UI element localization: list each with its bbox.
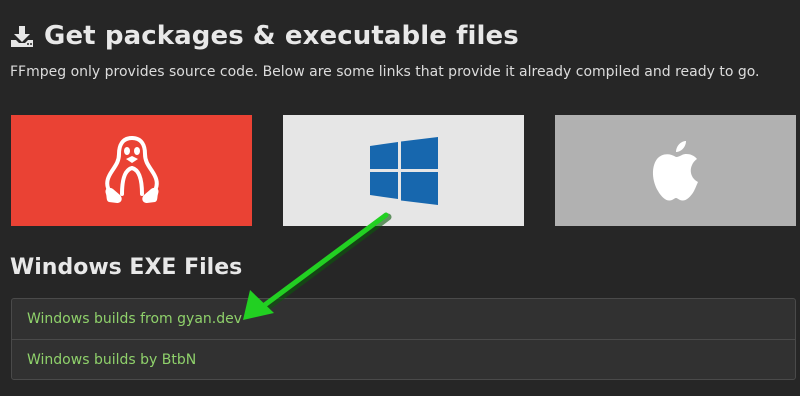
btbn-builds-link[interactable]: Windows builds by BtbN xyxy=(12,339,795,379)
section-heading: Get packages & executable files xyxy=(10,16,519,56)
windows-logo-icon xyxy=(369,136,438,205)
windows-exe-heading: Windows EXE Files xyxy=(10,255,243,280)
windows-tile[interactable] xyxy=(283,115,524,226)
gyan-dev-builds-link[interactable]: Windows builds from gyan.dev xyxy=(12,299,795,339)
intro-text: FFmpeg only provides source code. Below … xyxy=(10,64,760,80)
linux-tile[interactable] xyxy=(11,115,252,226)
apple-logo-icon xyxy=(650,139,702,203)
macos-tile[interactable] xyxy=(555,115,796,226)
linux-tux-icon xyxy=(102,134,162,208)
page-title: Get packages & executable files xyxy=(44,21,519,51)
download-icon xyxy=(10,24,34,48)
windows-builds-list: Windows builds from gyan.dev Windows bui… xyxy=(11,298,796,380)
